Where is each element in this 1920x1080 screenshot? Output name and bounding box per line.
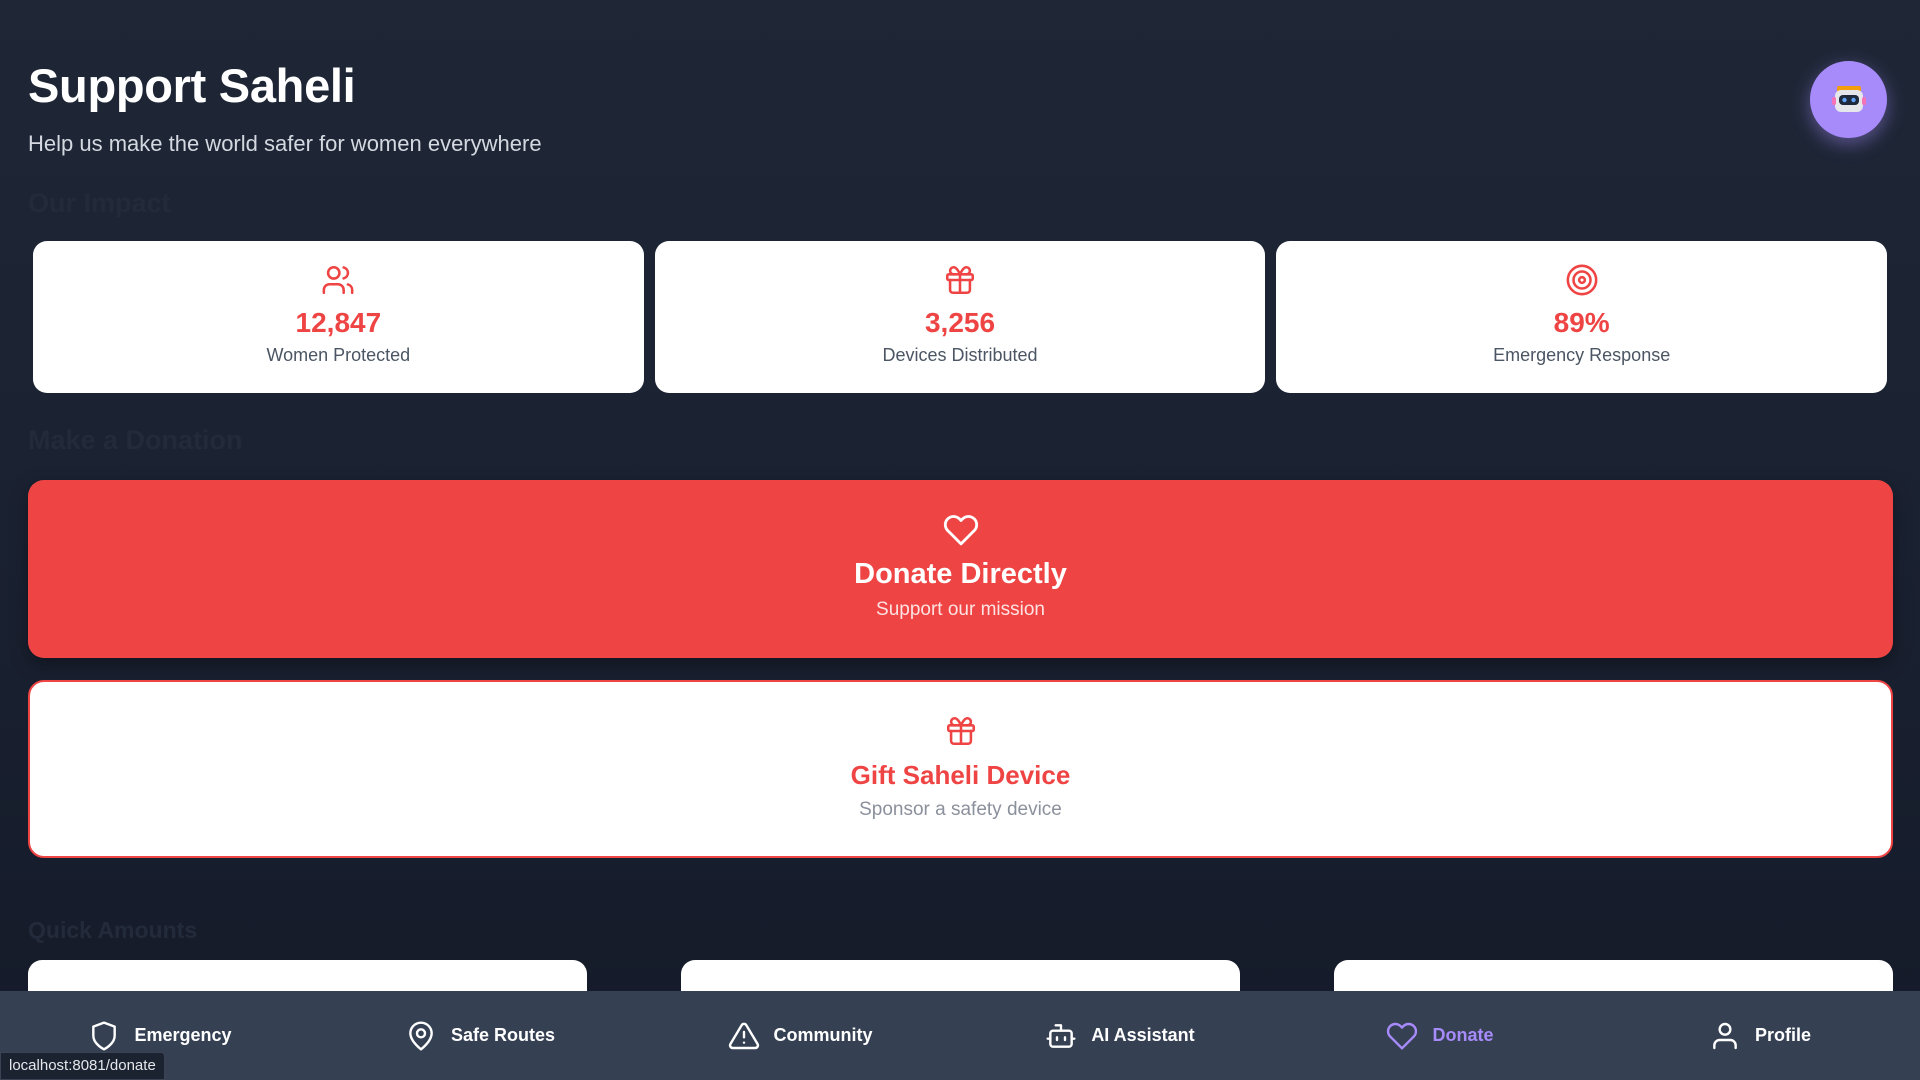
target-icon xyxy=(1566,264,1598,296)
ai-assistant-fab[interactable] xyxy=(1810,61,1887,138)
heart-icon xyxy=(1387,1022,1418,1050)
map-pin-icon xyxy=(409,1021,433,1051)
stat-value: 12,847 xyxy=(295,307,382,338)
nav-item-ai-assistant[interactable]: AI Assistant xyxy=(960,1020,1280,1052)
gift-device-button[interactable]: Gift Saheli Device Sponsor a safety devi… xyxy=(28,680,1893,858)
donate-directly-button[interactable]: Donate Directly Support our mission xyxy=(28,480,1893,658)
stat-value: 3,256 xyxy=(924,307,996,338)
bot-icon xyxy=(1046,1023,1076,1048)
page-title: Support Saheli xyxy=(28,59,356,112)
impact-section-title: Our Impact xyxy=(28,188,171,218)
nav-item-community[interactable]: Community xyxy=(640,1020,960,1052)
nav-label: Donate xyxy=(1432,1025,1494,1045)
gift-icon xyxy=(945,265,975,295)
users-icon xyxy=(322,265,354,295)
stat-label: Emergency Response xyxy=(1493,345,1671,365)
shield-icon xyxy=(92,1020,117,1051)
impact-stats: 12,847 Women Protected 3,256 Devices Dis… xyxy=(33,241,1888,393)
stat-card-devices-distributed: 3,256 Devices Distributed xyxy=(654,241,1266,393)
nav-label: Profile xyxy=(1754,1025,1811,1045)
donate-directly-subtitle: Support our mission xyxy=(876,599,1045,620)
gift-device-subtitle: Sponsor a safety device xyxy=(859,799,1062,820)
page-header: Support Saheli Help us make the world sa… xyxy=(28,58,542,157)
stat-card-women-protected: 12,847 Women Protected xyxy=(33,241,644,393)
nav-label: Safe Routes xyxy=(450,1025,556,1045)
user-icon xyxy=(1713,1022,1737,1049)
nav-item-emergency[interactable]: Emergency xyxy=(0,1020,320,1052)
stat-label: Devices Distributed xyxy=(882,345,1038,365)
donate-directly-title: Donate Directly xyxy=(854,558,1067,590)
nav-item-donate[interactable]: Donate xyxy=(1280,1020,1600,1052)
gift-device-title: Gift Saheli Device xyxy=(850,760,1071,790)
bottom-nav: Emergency Safe Routes Community AI Assis… xyxy=(0,991,1920,1080)
nav-item-safe-routes[interactable]: Safe Routes xyxy=(320,1020,640,1052)
gift-icon xyxy=(946,716,975,746)
nav-label: Emergency xyxy=(134,1025,232,1045)
robot-icon xyxy=(1831,85,1866,112)
stat-label: Women Protected xyxy=(266,345,411,365)
nav-label: Community xyxy=(773,1025,873,1045)
page-subtitle: Help us make the world safer for women e… xyxy=(28,131,542,156)
nav-item-profile[interactable]: Profile xyxy=(1600,1020,1920,1052)
alert-triangle-icon xyxy=(728,1022,759,1049)
stat-card-emergency-response: 89% Emergency Response xyxy=(1276,241,1888,393)
nav-label: AI Assistant xyxy=(1091,1025,1195,1045)
stat-value: 89% xyxy=(1553,307,1610,338)
heart-icon xyxy=(943,515,978,546)
status-bar-url: localhost:8081/donate xyxy=(0,1052,165,1080)
donation-section-title: Make a Donation xyxy=(28,425,243,455)
quick-amounts-section-title: Quick Amounts xyxy=(28,917,198,943)
donate-page: Support Saheli Help us make the world sa… xyxy=(0,0,1920,1080)
